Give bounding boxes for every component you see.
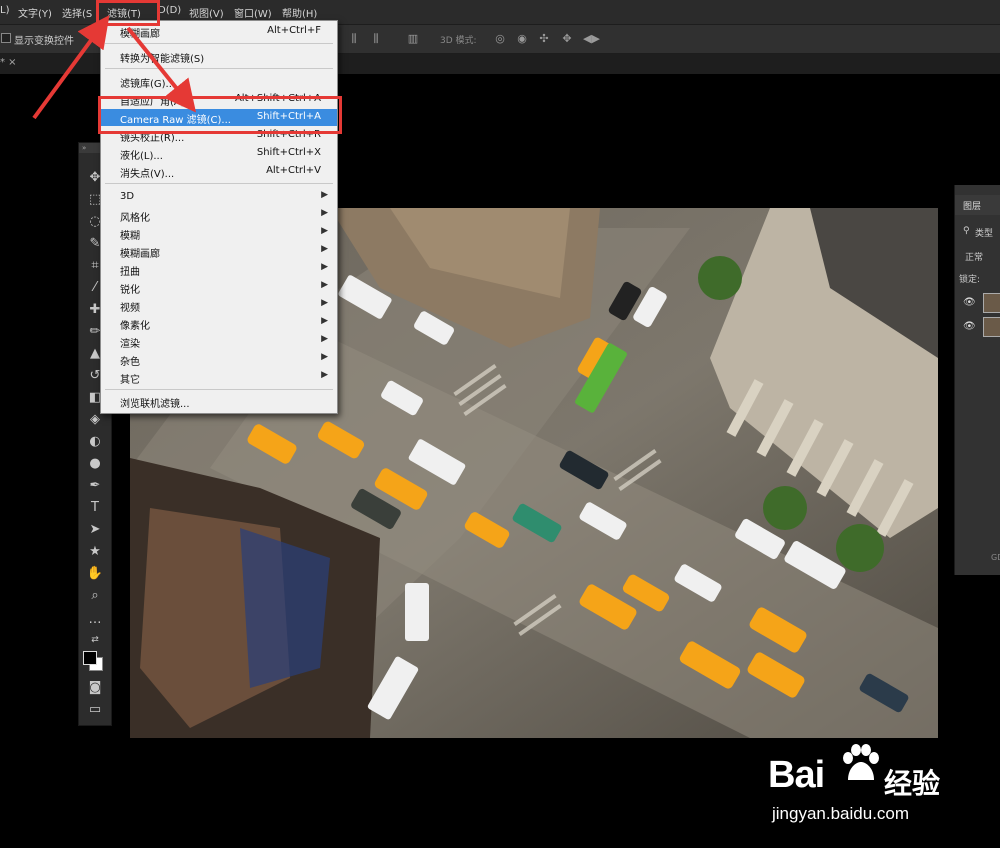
menu-item-stylize[interactable]: 风格化 ▶: [101, 207, 337, 224]
watermark-url: jingyan.baidu.com: [772, 804, 910, 823]
menu-item-3d[interactable]: 3D ▶: [101, 189, 337, 206]
type-tool-icon[interactable]: T: [85, 499, 105, 517]
menu-item-distort[interactable]: 扭曲 ▶: [101, 261, 337, 278]
3d-drag-icon[interactable]: ✣: [538, 33, 550, 45]
menu-item-vanishing-point[interactable]: 消失点(V)... Alt+Ctrl+V: [101, 163, 337, 180]
search-icon: ⚲: [963, 226, 970, 236]
menu-item-browse-online-filters[interactable]: 浏览联机滤镜...: [101, 393, 337, 410]
3d-roll-icon[interactable]: ◉: [516, 33, 528, 45]
submenu-arrow-icon: ▶: [321, 262, 328, 272]
3d-rotate-icon[interactable]: ◎: [494, 33, 506, 45]
3d-scale-icon[interactable]: ◀▶: [583, 33, 600, 45]
layers-panel: 图层 ⚲ 类型 正常 锁定: 👁 👁 GD: [954, 185, 1000, 575]
shape-tool-icon[interactable]: ★: [85, 543, 105, 561]
layer-filter-row[interactable]: ⚲ 类型: [955, 223, 1000, 241]
submenu-arrow-icon: ▶: [321, 370, 328, 380]
dodge-tool-icon[interactable]: ●: [85, 455, 105, 473]
path-select-tool-icon[interactable]: ➤: [85, 521, 105, 539]
menu-item-liquify[interactable]: 液化(L)... Shift+Ctrl+X: [101, 145, 337, 162]
layer-filter-kind: 类型: [975, 229, 994, 239]
menu-separator: [105, 183, 333, 184]
layers-footer: GD: [991, 553, 1000, 562]
menu-item-other[interactable]: 其它 ▶: [101, 369, 337, 386]
annotation-arrow-up: [32, 15, 110, 120]
lock-label: 锁定:: [959, 275, 981, 285]
quick-mask-icon[interactable]: ◙: [85, 679, 105, 697]
menu-item-sharpen[interactable]: 锐化 ▶: [101, 279, 337, 296]
submenu-arrow-icon: ▶: [321, 208, 328, 218]
layer-thumbnail[interactable]: [983, 293, 1000, 313]
foreground-color-swatch[interactable]: [83, 651, 97, 665]
lock-row: 锁定:: [955, 269, 1000, 287]
pen-tool-icon[interactable]: ✒: [85, 477, 105, 495]
submenu-arrow-icon: ▶: [321, 280, 328, 290]
screen-mode-icon[interactable]: ▭: [85, 701, 105, 719]
menu-item-render[interactable]: 渲染 ▶: [101, 333, 337, 350]
watermark-jingyan: 经验: [884, 767, 941, 800]
blend-mode-select[interactable]: 正常: [955, 247, 1000, 265]
visibility-eye-icon[interactable]: 👁: [963, 297, 976, 308]
submenu-arrow-icon: ▶: [321, 298, 328, 308]
blur-tool-icon[interactable]: ◐: [85, 433, 105, 451]
distribute-icon[interactable]: ⫼: [370, 33, 382, 45]
submenu-arrow-icon: ▶: [321, 244, 328, 254]
menu-item-blur-gallery[interactable]: 模糊画廊 ▶: [101, 243, 337, 260]
3d-slide-icon[interactable]: ✥: [561, 33, 573, 45]
menu-separator: [105, 389, 333, 390]
submenu-arrow-icon: ▶: [321, 226, 328, 236]
menu-item-blur[interactable]: 模糊 ▶: [101, 225, 337, 242]
zoom-tool-icon[interactable]: ⌕: [85, 587, 105, 605]
blend-mode-value: 正常: [965, 253, 984, 263]
watermark-logo-text: Bai: [768, 754, 825, 796]
menu-item-video[interactable]: 视频 ▶: [101, 297, 337, 314]
submenu-arrow-icon: ▶: [321, 352, 328, 362]
baidu-paw-icon: [843, 744, 879, 780]
tab-layers[interactable]: 图层: [963, 199, 981, 212]
auto-align-icon[interactable]: ▥: [407, 33, 419, 45]
layer-thumbnail[interactable]: [983, 317, 1000, 337]
3d-mode-label: 3D 模式:: [440, 36, 477, 46]
swap-colors-icon[interactable]: ⇄: [85, 631, 105, 649]
annotation-arrow-down: [126, 26, 197, 113]
menu-item-noise[interactable]: 杂色 ▶: [101, 351, 337, 368]
menu-item-pixelate[interactable]: 像素化 ▶: [101, 315, 337, 332]
more-tools-icon[interactable]: …: [85, 611, 105, 629]
submenu-arrow-icon: ▶: [321, 316, 328, 326]
visibility-eye-icon[interactable]: 👁: [963, 321, 976, 332]
submenu-arrow-icon: ▶: [321, 190, 328, 200]
annotation-arrows: [32, 15, 197, 120]
submenu-arrow-icon: ▶: [321, 334, 328, 344]
hand-tool-icon[interactable]: ✋: [85, 565, 105, 583]
